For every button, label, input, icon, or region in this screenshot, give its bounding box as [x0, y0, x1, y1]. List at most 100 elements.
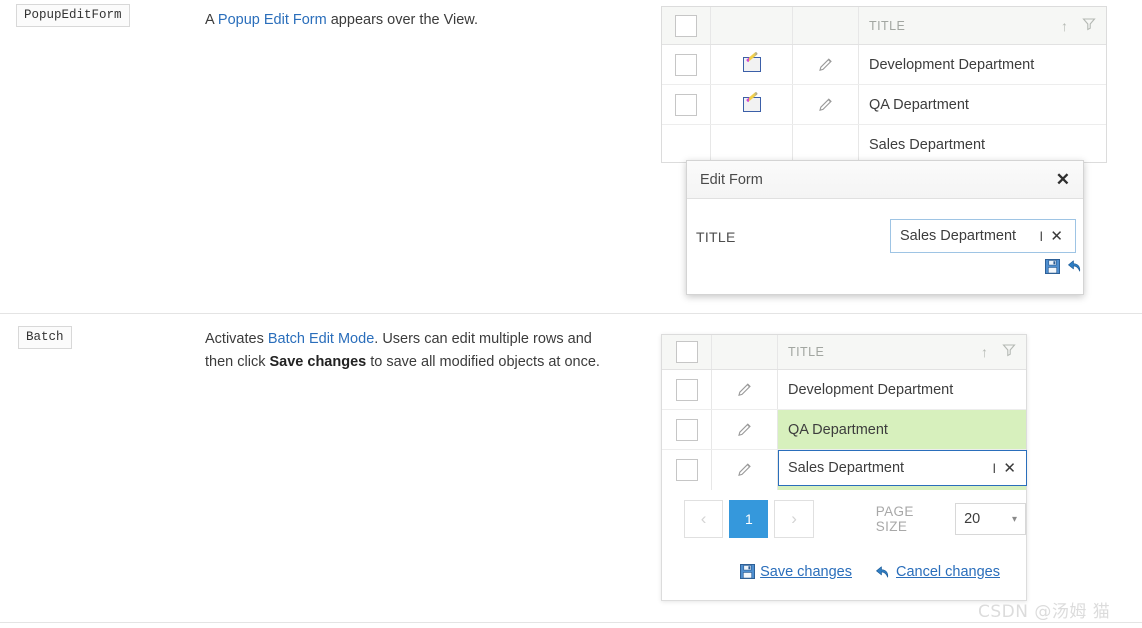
grid-header-row: TITLE ↑ — [662, 7, 1106, 45]
row-title-cell[interactable]: Development Department — [778, 370, 1026, 409]
save-button[interactable] — [1045, 259, 1060, 274]
sort-ascending-icon[interactable]: ↑ — [1061, 18, 1068, 34]
close-icon[interactable]: ✕ — [1056, 171, 1070, 188]
title-field[interactable]: Sales Department I ✕ — [890, 219, 1076, 253]
description-batch: Activates Batch Edit Mode. Users can edi… — [205, 328, 623, 374]
row-edit-note-cell[interactable] — [711, 125, 793, 165]
cancel-changes-action[interactable]: Cancel changes — [874, 563, 1014, 580]
grid-header-row: TITLE ↑ — [662, 335, 1026, 370]
header-title-label: TITLE — [788, 345, 825, 359]
header-select-all-cell[interactable] — [662, 335, 712, 369]
sort-ascending-icon[interactable]: ↑ — [981, 344, 988, 360]
row-title: Development Department — [869, 56, 1035, 73]
row-checkbox[interactable] — [675, 418, 698, 441]
row-title: QA Department — [869, 96, 969, 113]
desc-prefix: A — [205, 12, 218, 28]
edit-note-icon[interactable] — [742, 57, 761, 72]
popup-edit-form-dialog: Edit Form ✕ TITLE Sales Department I ✕ — [686, 160, 1084, 295]
undo-button[interactable] — [1066, 257, 1083, 274]
header-title-label: TITLE — [869, 18, 906, 33]
popup-header: Edit Form ✕ — [687, 161, 1083, 199]
cancel-changes-link[interactable]: Cancel changes — [896, 564, 1000, 580]
table-row[interactable]: QA Department — [662, 85, 1106, 125]
row-checkbox[interactable] — [675, 459, 698, 481]
row-title: Sales Department — [869, 137, 986, 153]
row-title-cell-modified[interactable]: QA Department — [778, 410, 1026, 449]
chip-batch: Batch — [18, 326, 72, 349]
row-select-cell[interactable] — [662, 370, 712, 409]
header-pencil-icon-col — [712, 335, 778, 369]
pencil-icon[interactable] — [736, 421, 754, 439]
select-all-checkbox[interactable] — [675, 14, 697, 37]
row-pencil-cell[interactable] — [712, 410, 778, 449]
desc-suffix: appears over the View. — [326, 12, 478, 28]
row-pencil-cell[interactable] — [712, 450, 778, 490]
select-all-checkbox[interactable] — [675, 341, 698, 363]
row-checkbox[interactable] — [675, 93, 697, 116]
row-title-cell[interactable]: Development Department — [859, 45, 1106, 84]
grid-popup-edit-form: TITLE ↑ Development Department QA Depart… — [661, 6, 1107, 165]
description-popup-edit-form: A Popup Edit Form appears over the View. — [205, 9, 625, 32]
row-select-cell[interactable] — [662, 85, 711, 124]
title-field-value: Sales Department — [900, 228, 1017, 244]
desc-bold-save-changes: Save changes — [269, 354, 367, 370]
save-floppy-icon — [740, 564, 756, 579]
row-pencil-cell[interactable] — [793, 125, 859, 165]
row-pencil-cell[interactable] — [712, 370, 778, 409]
filter-icon[interactable] — [1082, 17, 1096, 35]
row-edit-note-cell[interactable] — [711, 45, 793, 84]
pencil-icon[interactable] — [817, 56, 835, 74]
clear-field-icon[interactable]: ✕ — [1048, 229, 1065, 244]
table-row[interactable]: Development Department — [662, 45, 1106, 85]
undo-arrow-icon — [874, 563, 891, 580]
row-pencil-cell[interactable] — [793, 85, 859, 124]
row-select-cell[interactable] — [662, 45, 711, 84]
row-checkbox[interactable] — [675, 378, 698, 401]
page-size-value: 20 — [964, 511, 981, 527]
pager-next-button[interactable]: › — [774, 500, 814, 538]
page-size-select[interactable]: 20 ▾ — [955, 503, 1026, 535]
pager: ‹ 1 › PAGE SIZE 20 ▾ — [684, 500, 1026, 538]
screenshot-root: PopupEditForm A Popup Edit Form appears … — [0, 0, 1142, 628]
pencil-icon[interactable] — [817, 96, 835, 114]
row-select-cell[interactable] — [662, 450, 712, 490]
header-pencil-icon-col — [793, 7, 859, 44]
table-row[interactable]: Development Department — [662, 370, 1026, 410]
row-title-cell[interactable]: QA Department — [859, 85, 1106, 124]
form-field-label: TITLE — [696, 229, 736, 245]
link-batch-edit-mode[interactable]: Batch Edit Mode — [268, 331, 374, 347]
row-pencil-cell[interactable] — [793, 45, 859, 84]
table-row[interactable]: Sales Department — [662, 125, 1106, 165]
pager-prev-button[interactable]: ‹ — [684, 500, 724, 538]
chevron-down-icon[interactable]: ▾ — [1012, 514, 1017, 525]
inline-editor-value: Sales Department — [788, 460, 905, 476]
bottom-divider — [0, 622, 1142, 623]
link-popup-edit-form[interactable]: Popup Edit Form — [218, 12, 327, 28]
edit-note-icon[interactable] — [742, 97, 761, 112]
row-select-cell[interactable] — [662, 410, 712, 449]
text-cursor-icon: I — [1039, 228, 1044, 244]
header-title-cell[interactable]: TITLE ↑ — [778, 335, 1026, 369]
table-row[interactable]: QA Department — [662, 410, 1026, 450]
row-checkbox[interactable] — [675, 53, 697, 76]
save-changes-link[interactable]: Save changes — [760, 564, 852, 580]
clear-field-icon[interactable]: ✕ — [1001, 461, 1018, 476]
row-select-cell[interactable] — [662, 125, 711, 165]
row-title-cell[interactable]: Sales Department — [859, 125, 1106, 165]
chip-popup-edit-form: PopupEditForm — [16, 4, 130, 27]
save-changes-action[interactable]: Save changes — [740, 564, 866, 580]
batch-actions: Save changes Cancel changes — [740, 563, 1014, 580]
watermark: CSDN @汤姆 猫 — [978, 602, 1111, 622]
pager-page-1-button[interactable]: 1 — [729, 500, 769, 538]
popup-title: Edit Form — [700, 171, 763, 188]
header-edit-icon-col — [711, 7, 793, 44]
page-size-label: PAGE SIZE — [875, 504, 914, 534]
pencil-icon[interactable] — [736, 381, 754, 399]
pencil-icon[interactable] — [736, 461, 754, 479]
text-cursor-icon: I — [992, 460, 997, 476]
header-select-all-cell[interactable] — [662, 7, 711, 44]
header-title-cell[interactable]: TITLE ↑ — [859, 7, 1106, 44]
row-edit-note-cell[interactable] — [711, 85, 793, 124]
filter-icon[interactable] — [1002, 343, 1016, 361]
inline-title-editor[interactable]: Sales Department I ✕ — [778, 450, 1027, 486]
